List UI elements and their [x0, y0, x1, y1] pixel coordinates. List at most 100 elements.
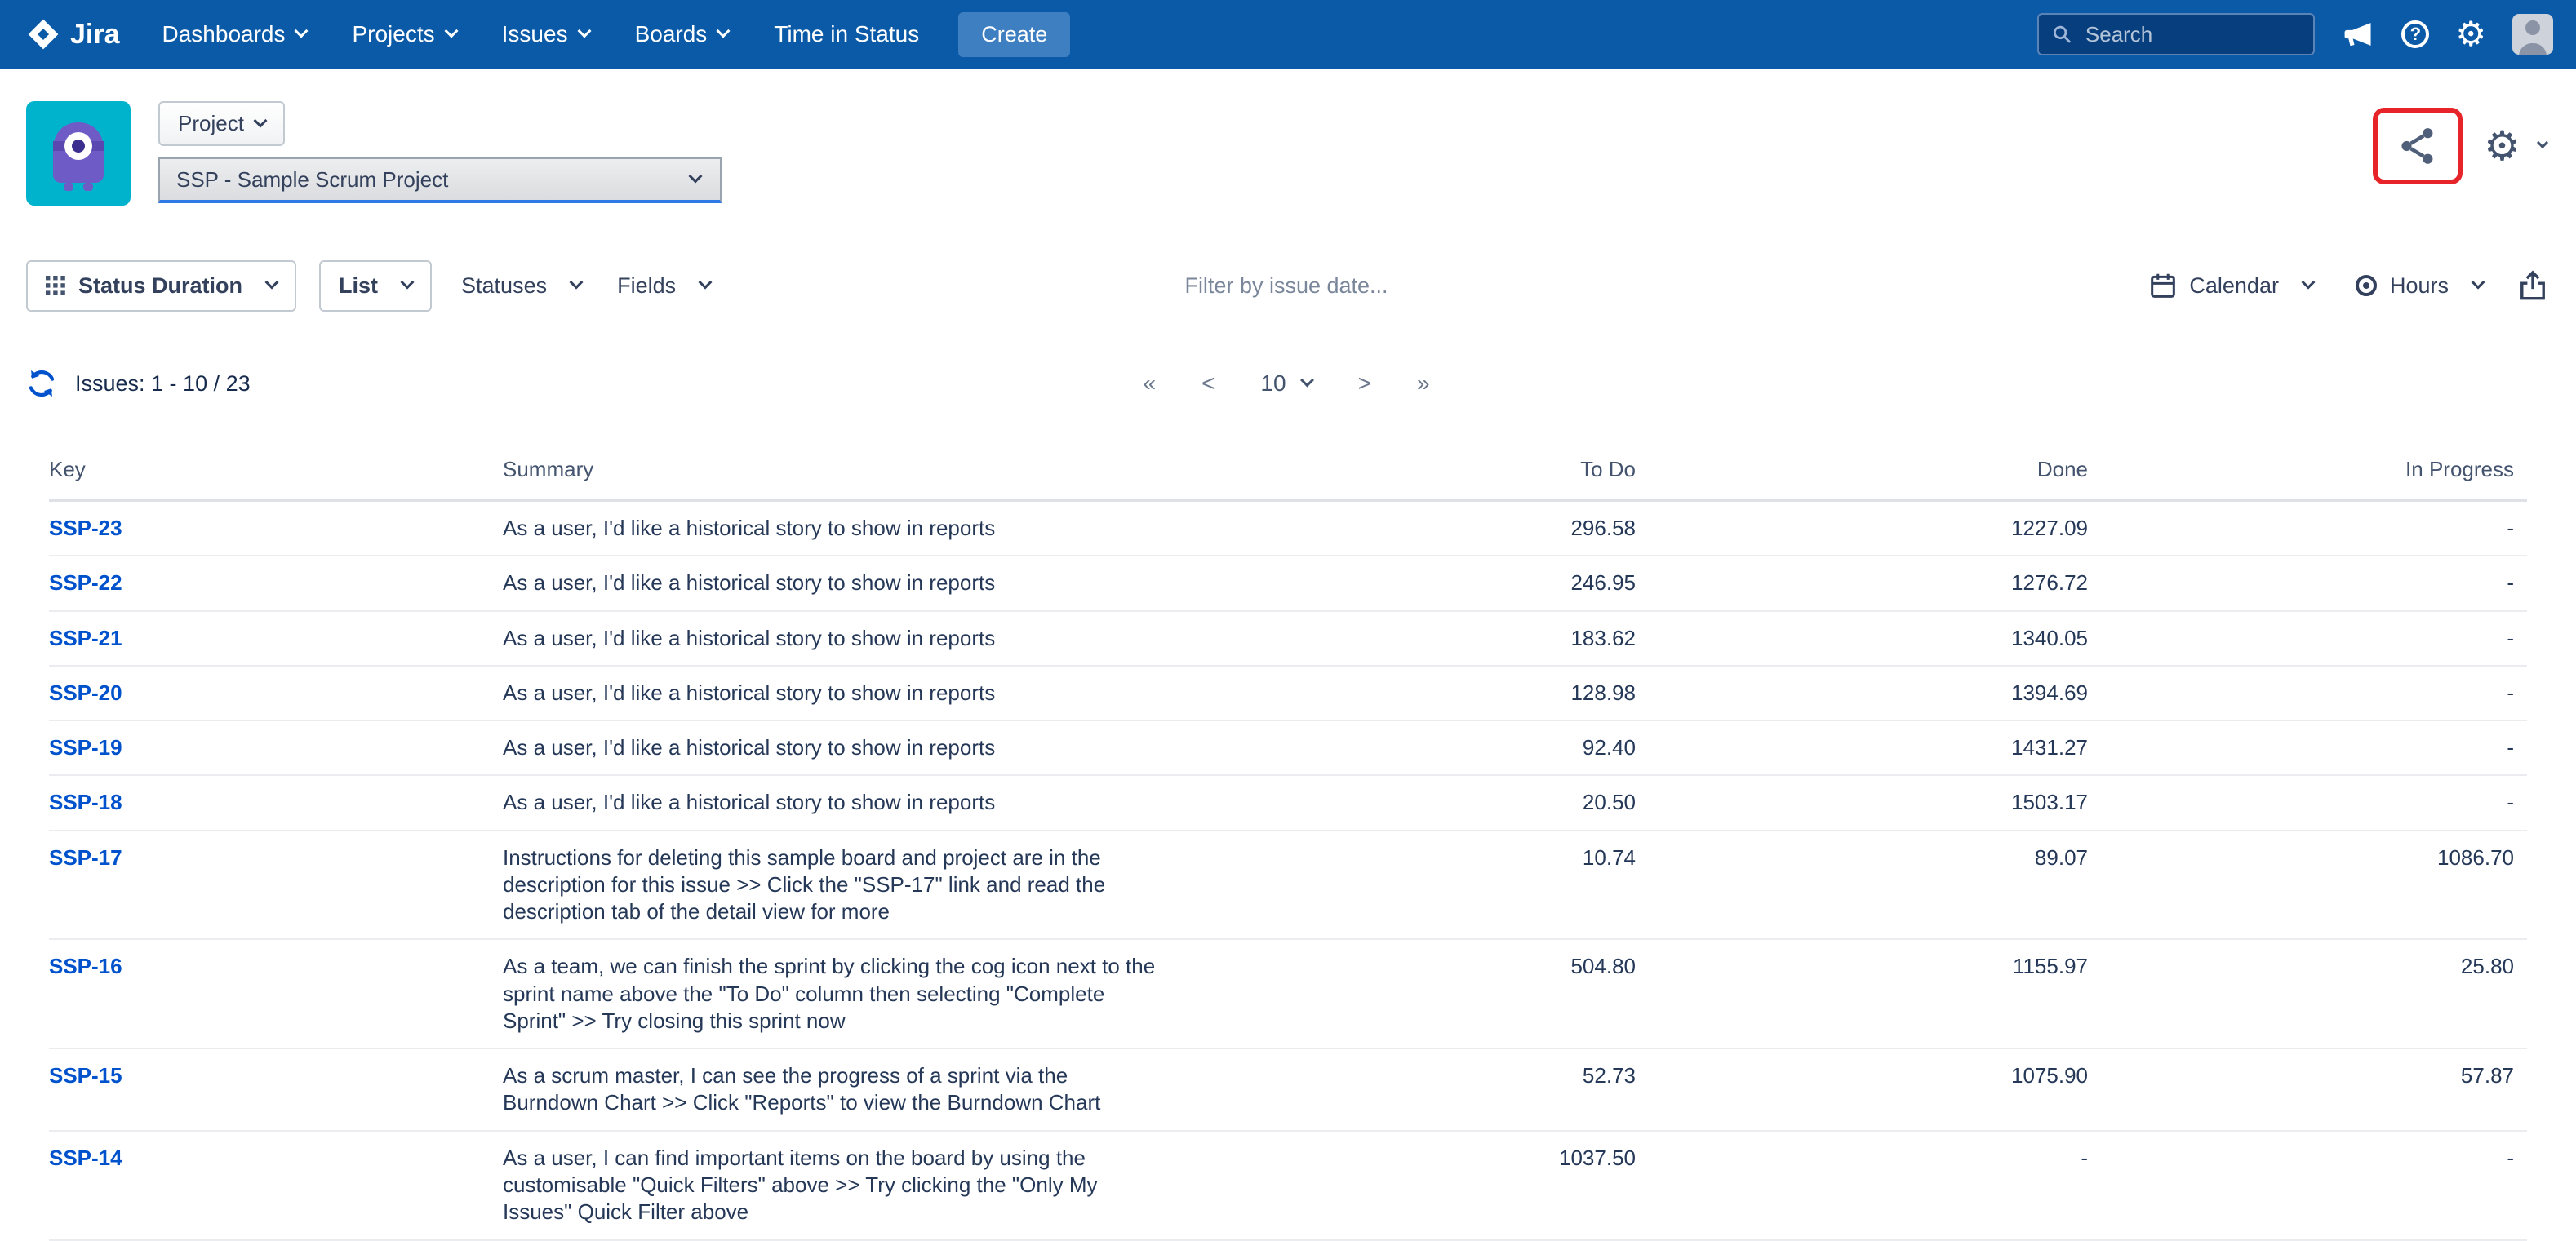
inprogress-hours-cell: - — [2101, 611, 2527, 666]
issue-summary: As a team, we can finish the sprint by c… — [503, 939, 1223, 1048]
issue-row: SSP-23 As a user, I'd like a historical … — [49, 500, 2527, 556]
issue-key-link[interactable]: SSP-20 — [49, 680, 122, 705]
project-avatar — [26, 101, 131, 206]
grid-icon — [46, 276, 65, 295]
todo-hours-cell: 92.40 — [1223, 720, 1649, 775]
prev-page-button[interactable]: < — [1201, 370, 1215, 397]
issue-key-link[interactable]: SSP-19 — [49, 735, 122, 760]
issue-key-link[interactable]: SSP-21 — [49, 626, 122, 650]
issue-summary: As a scrum master, I can see the progres… — [503, 1048, 1223, 1131]
hours-target-icon — [2356, 275, 2377, 296]
search-input[interactable] — [2082, 20, 2300, 49]
todo-hours-cell: 183.62 — [1223, 611, 1649, 666]
issue-row: SSP-18 As a user, I'd like a historical … — [49, 775, 2527, 830]
issue-date-filter[interactable]: Filter by issue date... — [1184, 273, 1388, 299]
inprogress-hours-cell: - — [2101, 556, 2527, 610]
statuses-dropdown[interactable]: Statuses — [455, 264, 588, 308]
inprogress-hours-cell: 1086.70 — [2101, 831, 2527, 940]
inprogress-hours-cell: - — [2101, 720, 2527, 775]
export-icon[interactable] — [2519, 270, 2547, 301]
jira-logo-icon — [26, 17, 60, 51]
issue-key-link[interactable]: SSP-17 — [49, 845, 122, 870]
issue-summary: Instructions for deleting this sample bo… — [503, 831, 1223, 940]
view-type-button[interactable]: List — [319, 260, 432, 312]
refresh-icon[interactable] — [26, 368, 57, 399]
chevron-down-icon — [2537, 137, 2548, 148]
issue-key-link[interactable]: SSP-16 — [49, 954, 122, 978]
calendar-dropdown[interactable]: Calendar — [2143, 263, 2320, 308]
col-header-todo[interactable]: To Do — [1223, 447, 1649, 500]
jira-logo[interactable]: Jira — [26, 17, 120, 51]
admin-gear-icon[interactable]: ⚙ — [2455, 17, 2486, 51]
report-toolbar: Status Duration List Statuses Fields Fil… — [26, 259, 2547, 312]
units-dropdown[interactable]: Hours — [2349, 264, 2489, 308]
todo-hours-cell: 52.73 — [1223, 1048, 1649, 1131]
issue-summary: As a user, I'd like a historical story t… — [503, 666, 1223, 720]
next-page-button[interactable]: > — [1358, 370, 1371, 397]
issue-key-link[interactable]: SSP-23 — [49, 516, 122, 540]
report-type-button[interactable]: Status Duration — [26, 260, 296, 312]
chevron-down-icon — [265, 276, 279, 290]
issue-row: SSP-19 As a user, I'd like a historical … — [49, 720, 2527, 775]
todo-hours-cell: 10.74 — [1223, 831, 1649, 940]
issue-row: SSP-16 As a team, we can finish the spri… — [49, 939, 2527, 1048]
done-hours-cell: - — [1649, 1131, 2101, 1240]
first-page-button[interactable]: « — [1143, 370, 1156, 397]
nav-boards[interactable]: Boards — [635, 21, 729, 47]
issue-key-link[interactable]: SSP-15 — [49, 1063, 122, 1088]
avatar-head — [2525, 20, 2540, 35]
inprogress-hours-cell: - — [2101, 666, 2527, 720]
last-page-button[interactable]: » — [1417, 370, 1430, 397]
issue-key-link[interactable]: SSP-14 — [49, 1146, 122, 1170]
col-header-done[interactable]: Done — [1649, 447, 2101, 500]
page-size-select[interactable]: 10 — [1260, 370, 1312, 397]
done-hours-cell: 1276.72 — [1649, 556, 2101, 610]
issue-summary: As a user, I can find important items on… — [503, 1131, 1223, 1240]
user-avatar[interactable] — [2512, 14, 2553, 55]
share-highlight-annotation — [2373, 108, 2463, 184]
issue-key-link[interactable]: SSP-18 — [49, 790, 122, 814]
create-button[interactable]: Create — [958, 12, 1070, 57]
pagination: « < 10 > » — [1143, 370, 1429, 397]
issue-summary: As a user, I'd like a historical story t… — [503, 556, 1223, 610]
done-hours-cell: 1155.97 — [1649, 939, 2101, 1048]
chevron-down-icon — [401, 276, 415, 290]
nav-projects[interactable]: Projects — [352, 21, 455, 47]
brand-text: Jira — [70, 19, 120, 51]
col-header-inprogress[interactable]: In Progress — [2101, 447, 2527, 500]
chevron-down-icon — [444, 24, 458, 38]
inprogress-hours-cell: 25.80 — [2101, 939, 2527, 1048]
results-bar: Issues: 1 - 10 / 23 « < 10 > » — [26, 361, 2547, 406]
help-icon[interactable]: ? — [2401, 20, 2429, 48]
col-header-summary[interactable]: Summary — [503, 447, 1223, 500]
inprogress-hours-cell: - — [2101, 775, 2527, 830]
nav-issues[interactable]: Issues — [502, 21, 589, 47]
todo-hours-cell: 246.95 — [1223, 556, 1649, 610]
issue-summary: As a user, I'd like a historical story t… — [503, 500, 1223, 556]
chevron-down-icon — [1300, 374, 1314, 388]
select-arrow-icon — [689, 170, 703, 184]
scope-select-button[interactable]: Project — [158, 101, 285, 146]
project-select[interactable]: SSP - Sample Scrum Project — [158, 157, 722, 203]
chevron-down-icon — [295, 24, 309, 38]
nav-dashboards[interactable]: Dashboards — [162, 21, 307, 47]
col-header-key[interactable]: Key — [49, 447, 503, 500]
issue-key-link[interactable]: SSP-22 — [49, 570, 122, 595]
gear-icon: ⚙ — [2484, 126, 2520, 166]
done-hours-cell: 1394.69 — [1649, 666, 2101, 720]
nav-time-in-status[interactable]: Time in Status — [774, 21, 919, 47]
issue-row: SSP-15 As a scrum master, I can see the … — [49, 1048, 2527, 1131]
table-header-row: Key Summary To Do Done In Progress — [49, 447, 2527, 500]
search-icon — [2052, 23, 2072, 46]
share-icon[interactable] — [2396, 124, 2440, 168]
settings-gear-button[interactable]: ⚙ — [2484, 126, 2547, 166]
todo-hours-cell: 20.50 — [1223, 775, 1649, 830]
feedback-megaphone-icon[interactable] — [2341, 19, 2375, 50]
chevron-down-icon — [2472, 276, 2485, 290]
fields-dropdown[interactable]: Fields — [611, 264, 717, 308]
inprogress-hours-cell: - — [2101, 1131, 2527, 1240]
avatar-torso — [2519, 43, 2547, 55]
issues-table-body: SSP-23 As a user, I'd like a historical … — [49, 500, 2527, 1240]
todo-hours-cell: 1037.50 — [1223, 1131, 1649, 1240]
chevron-down-icon — [577, 24, 591, 38]
